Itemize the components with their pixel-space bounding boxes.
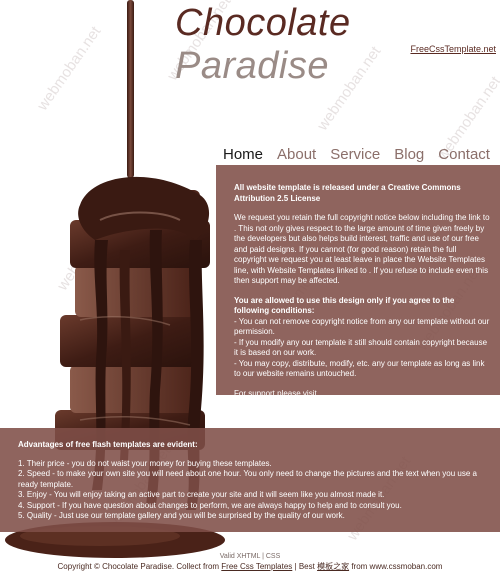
validation-links[interactable]: Valid XHTML | CSS <box>0 553 500 560</box>
license-heading: All website template is released under a… <box>234 183 461 203</box>
license-body: We request you retain the full copyright… <box>234 213 490 285</box>
nav-blog[interactable]: Blog <box>394 146 424 163</box>
support-text: For support please visit <box>234 388 317 398</box>
copyright-line: Copyright © Chocolate Paradise. Collect … <box>0 561 500 572</box>
template-site-link[interactable]: FreeCssTemplate.net <box>410 44 496 54</box>
condition-1: - You can not remove copyright notice fr… <box>234 316 490 337</box>
condition-3: - You may copy, distribute, modify, etc.… <box>234 358 485 379</box>
main-nav: Home About Service Blog Contact <box>223 146 496 163</box>
from-text: from www.cssmoban.com <box>351 562 443 571</box>
advantages-panel: Advantages of free flash templates are e… <box>0 428 500 532</box>
site-title-part1: Chocolate <box>175 2 351 44</box>
allowed-heading: You are allowed to use this design only … <box>234 295 455 316</box>
nav-contact[interactable]: Contact <box>438 146 490 163</box>
footer: Valid XHTML | CSS Copyright © Chocolate … <box>0 553 500 572</box>
free-css-templates-link[interactable]: Free Css Templates <box>221 562 292 571</box>
nav-about[interactable]: About <box>277 146 316 163</box>
advantages-heading: Advantages of free flash templates are e… <box>18 440 198 449</box>
nav-service[interactable]: Service <box>330 146 380 163</box>
nav-home[interactable]: Home <box>223 146 263 163</box>
site-title-part2: Paradise <box>175 45 329 87</box>
watermark: webmoban.net <box>34 23 105 114</box>
advantage-item: 4. Support - If you have question about … <box>18 500 402 510</box>
advantage-item: 1. Their price - you do not waist your m… <box>18 458 272 468</box>
separator-text: | Best <box>294 562 315 571</box>
advantage-item: 5. Quality - Just use our template galle… <box>18 511 345 520</box>
advantage-item: 3. Enjoy - You will enjoy taking an acti… <box>18 490 385 499</box>
cssmoban-link[interactable]: 模板之家 <box>317 562 349 571</box>
copyright-text: Copyright © Chocolate Paradise. Collect … <box>57 562 220 571</box>
advantage-item: 2. Speed - to make your own site you wil… <box>18 469 477 489</box>
condition-2: - If you modify any our template it stil… <box>234 337 488 358</box>
chocolate-drip-image <box>127 0 134 178</box>
license-panel: All website template is released under a… <box>216 165 500 398</box>
